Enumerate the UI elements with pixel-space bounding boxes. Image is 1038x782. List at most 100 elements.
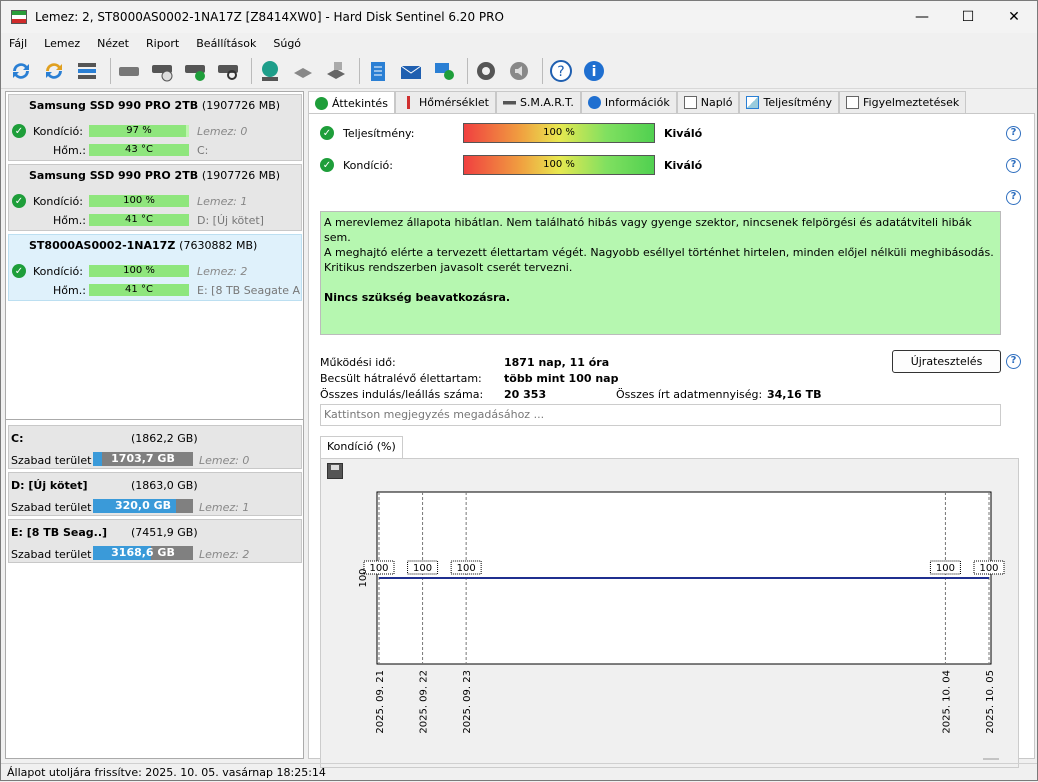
help-icon[interactable]: ? xyxy=(1006,354,1021,369)
tab-information[interactable]: Információk xyxy=(580,91,677,113)
health-chart: 100 2025. 09. 21 100 2025. 09. 22 100 2025. 0… xyxy=(358,491,1005,760)
disk-check-icon[interactable] xyxy=(181,57,209,85)
sound-icon[interactable] xyxy=(505,57,533,85)
info-icon[interactable]: i xyxy=(580,57,608,85)
disk-entry-1[interactable]: Samsung SSD 990 PRO 2TB (1907726 MB) ✓ K… xyxy=(8,164,302,231)
ok-check-icon: ✓ xyxy=(320,126,334,140)
title-bar: Lemez: 2, ST8000AS0002-1NA17Z [Z8414XW0]… xyxy=(1,1,1037,33)
volume-ref: C: xyxy=(197,143,209,157)
data-label: 100 xyxy=(979,563,998,574)
help-icon[interactable]: ? xyxy=(547,57,575,85)
menu-disk[interactable]: Lemez xyxy=(44,37,80,50)
disk-name: ST8000AS0002-1NA17Z xyxy=(29,239,176,252)
performance-label: Teljesítmény: xyxy=(343,127,415,140)
disk-ref: Lemez: 2 xyxy=(197,264,248,278)
starts-value: 20 353 xyxy=(504,388,547,401)
disk-ref: Lemez: 2 xyxy=(199,547,250,561)
status-message: A merevlemez állapota hibátlan. Nem talá… xyxy=(320,211,1001,335)
maximize-button[interactable]: ☐ xyxy=(945,1,991,33)
disk-tools-icon[interactable] xyxy=(289,57,317,85)
volume-name: E: [8 TB Seag..] xyxy=(11,525,108,539)
tab-bar: Áttekintés Hőmérséklet S.M.A.R.T. Inform… xyxy=(308,91,967,114)
menu-report[interactable]: Riport xyxy=(146,37,179,50)
help-icon[interactable]: ? xyxy=(1006,190,1021,205)
report-icon[interactable] xyxy=(364,57,392,85)
data-label: 100 xyxy=(369,563,388,574)
health-label: Kondíció: xyxy=(33,194,83,208)
menu-view[interactable]: Nézet xyxy=(97,37,129,50)
lifetime-value: több mint 100 nap xyxy=(504,372,619,385)
help-icon[interactable]: ? xyxy=(1006,158,1021,173)
tab-health-chart[interactable]: Kondíció (%) xyxy=(320,436,403,458)
disk-name: Samsung SSD 990 PRO 2TB xyxy=(29,169,199,182)
disk-schedule-icon[interactable] xyxy=(148,57,176,85)
data-label: 100 xyxy=(413,563,432,574)
close-button[interactable]: ✕ xyxy=(991,1,1037,33)
note-input[interactable]: Kattintson megjegyzés megadásához ... xyxy=(320,404,1001,426)
disk-backup-icon[interactable] xyxy=(322,57,350,85)
app-icon xyxy=(11,10,27,24)
volume-ref: E: [8 TB Seagate Arch xyxy=(197,283,301,297)
lifetime-label: Becsült hátralévő élettartam: xyxy=(320,372,482,385)
retest-button[interactable]: Újratesztelés xyxy=(892,350,1001,373)
tab-overview[interactable]: Áttekintés xyxy=(308,91,395,114)
starts-label: Összes indulás/leállás száma: xyxy=(320,388,484,401)
tab-alerts[interactable]: Figyelmeztetések xyxy=(839,91,967,113)
ok-check-icon: ✓ xyxy=(12,264,26,278)
performance-status: Kiváló xyxy=(664,127,703,140)
volume-entry-1[interactable]: D: [Új kötet] (1863,0 GB) Szabad terület… xyxy=(8,472,302,516)
health-label: Kondíció: xyxy=(33,124,83,138)
overview-content: ✓ Teljesítmény: 100 % Kiváló ? ✓ Kondíci… xyxy=(308,113,1035,768)
temp-label: Hőm.: xyxy=(53,143,86,157)
free-space-label: Szabad terület xyxy=(11,500,92,514)
free-space-label: Szabad terület xyxy=(11,453,92,467)
email-icon[interactable] xyxy=(397,57,425,85)
disk-list-icon[interactable] xyxy=(73,57,101,85)
disk-ref: Lemez: 1 xyxy=(197,194,248,208)
disk-entry-0[interactable]: Samsung SSD 990 PRO 2TB (1907726 MB) ✓ K… xyxy=(8,94,302,161)
info-icon xyxy=(587,96,601,109)
ok-check-icon: ✓ xyxy=(320,158,334,172)
disk-list-panel: Samsung SSD 990 PRO 2TB (1907726 MB) ✓ K… xyxy=(5,91,304,759)
tab-performance[interactable]: Teljesítmény xyxy=(739,91,840,113)
help-icon[interactable]: ? xyxy=(1006,126,1021,141)
window-title: Lemez: 2, ST8000AS0002-1NA17Z [Z8414XW0]… xyxy=(35,10,504,24)
svg-text:i: i xyxy=(592,64,597,80)
disk-scan-icon[interactable] xyxy=(214,57,242,85)
health-bar: 100 % xyxy=(89,265,189,277)
tab-temperature[interactable]: Hőmérséklet xyxy=(394,91,496,113)
ok-check-icon xyxy=(315,96,328,110)
network-icon[interactable] xyxy=(256,57,284,85)
disk-icon[interactable] xyxy=(115,57,143,85)
x-tick-label: 2025. 09. 21 xyxy=(375,670,386,734)
gear-icon[interactable] xyxy=(472,57,500,85)
x-tick-label: 2025. 10. 05 xyxy=(985,670,996,734)
health-chart-area: 100 2025. 09. 21 100 2025. 09. 22 100 2025. 0… xyxy=(320,458,1019,768)
written-label: Összes írt adatmennyiség: xyxy=(616,388,763,401)
menu-help[interactable]: Súgó xyxy=(273,37,301,50)
temp-bar: 41 °C xyxy=(89,284,189,296)
app-window: Lemez: 2, ST8000AS0002-1NA17Z [Z8414XW0]… xyxy=(0,0,1038,781)
minimize-button[interactable]: — xyxy=(899,1,945,33)
temp-bar: 43 °C xyxy=(89,144,189,156)
disk-entry-2[interactable]: ST8000AS0002-1NA17Z (7630882 MB) ✓ Kondí… xyxy=(8,234,302,301)
tab-smart[interactable]: S.M.A.R.T. xyxy=(495,91,581,113)
refresh-all-icon[interactable] xyxy=(40,57,68,85)
disk-ref: Lemez: 0 xyxy=(197,124,248,138)
refresh-icon[interactable] xyxy=(7,57,35,85)
health-bar: 100 % xyxy=(89,195,189,207)
tab-log[interactable]: Napló xyxy=(676,91,740,113)
data-label: 100 xyxy=(936,563,955,574)
volume-entry-0[interactable]: C: (1862,2 GB) Szabad terület 1703,7 GB … xyxy=(8,425,302,469)
menu-settings[interactable]: Beállítások xyxy=(196,37,256,50)
volume-ref: D: [Új kötet] xyxy=(197,213,264,227)
menu-file[interactable]: Fájl xyxy=(9,37,27,50)
uptime-label: Működési idő: xyxy=(320,356,396,369)
status-bar: Állapot utoljára frissítve: 2025. 10. 05… xyxy=(1,763,1037,782)
free-space-label: Szabad terület xyxy=(11,547,92,561)
x-tick-label: 2025. 09. 22 xyxy=(419,670,430,734)
volume-entry-2[interactable]: E: [8 TB Seag..] (7451,9 GB) Szabad terü… xyxy=(8,519,302,563)
toolbar: ? i xyxy=(1,53,1037,89)
temp-label: Hőm.: xyxy=(53,283,86,297)
network-send-icon[interactable] xyxy=(430,57,458,85)
